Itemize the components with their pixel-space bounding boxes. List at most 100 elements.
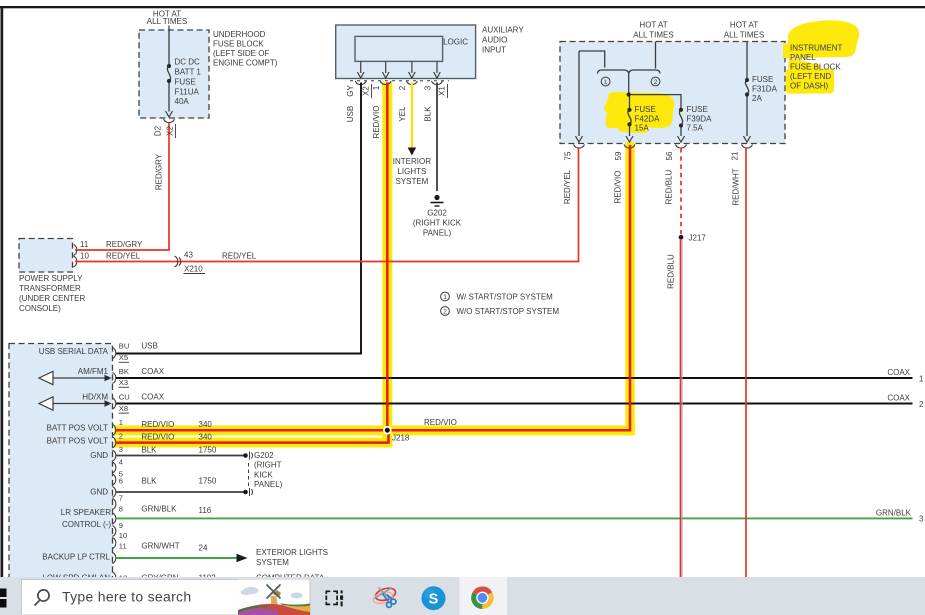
svg-text:X5: X5 [119, 353, 128, 362]
svg-text:7: 7 [119, 494, 123, 503]
svg-text:PANEL): PANEL) [423, 229, 452, 238]
svg-text:GRN/BLK: GRN/BLK [876, 509, 912, 518]
svg-text:24: 24 [199, 544, 208, 553]
svg-text:J218: J218 [392, 434, 410, 443]
svg-text:(RIGHT: (RIGHT [254, 461, 282, 470]
svg-text:SYSTEM: SYSTEM [256, 558, 289, 567]
svg-text:RED/YEL: RED/YEL [106, 252, 141, 261]
svg-text:1: 1 [919, 375, 924, 384]
svg-text:56: 56 [665, 151, 674, 160]
svg-text:Type here to search: Type here to search [62, 589, 191, 605]
svg-text:GRN/BLK: GRN/BLK [141, 505, 177, 514]
svg-text:GND: GND [90, 488, 108, 497]
svg-text:9: 9 [119, 521, 123, 530]
svg-text:FUSE: FUSE [687, 105, 708, 114]
svg-text:21: 21 [731, 151, 740, 160]
svg-text:(RIGHT KICK: (RIGHT KICK [413, 219, 462, 228]
svg-text:F11UA: F11UA [175, 88, 200, 97]
svg-text:TRANSFORMER: TRANSFORMER [19, 284, 81, 293]
svg-text:EXTERIOR LIGHTS: EXTERIOR LIGHTS [256, 548, 328, 557]
svg-text:75: 75 [564, 151, 573, 160]
svg-text:FUSE BLOCK: FUSE BLOCK [790, 63, 841, 72]
svg-text:FUSE: FUSE [752, 75, 773, 84]
svg-text:X3: X3 [119, 378, 128, 387]
svg-text:GND: GND [90, 451, 108, 460]
svg-text:CONSOLE): CONSOLE) [19, 304, 61, 313]
svg-text:1: 1 [372, 85, 381, 90]
svg-text:RED/WHT: RED/WHT [732, 168, 741, 205]
svg-text:11: 11 [80, 240, 89, 249]
svg-text:RED/BLU: RED/BLU [665, 169, 674, 204]
svg-text:BLK: BLK [141, 477, 157, 486]
svg-text:RED/GRY: RED/GRY [106, 240, 143, 249]
svg-text:AUXILIARY: AUXILIARY [482, 26, 524, 35]
svg-text:3: 3 [424, 85, 433, 90]
svg-text:INPUT: INPUT [482, 46, 506, 55]
svg-text:CU: CU [119, 393, 130, 402]
svg-text:G202: G202 [427, 209, 447, 218]
svg-text:2: 2 [919, 400, 924, 409]
svg-text:RED/VIO: RED/VIO [424, 418, 457, 427]
svg-text:ALL TIMES: ALL TIMES [147, 17, 187, 26]
svg-text:8: 8 [119, 505, 123, 514]
svg-text:7.5A: 7.5A [687, 124, 704, 133]
svg-text:CONTROL (-): CONTROL (-) [62, 520, 111, 529]
svg-text:AM/FM1: AM/FM1 [78, 367, 109, 376]
svg-text:COAX: COAX [141, 393, 164, 402]
svg-text:PANEL: PANEL [790, 53, 816, 62]
svg-text:2: 2 [443, 309, 447, 316]
svg-text:(LEFT SIDE OF: (LEFT SIDE OF [213, 49, 269, 58]
svg-text:USB SERIAL DATA: USB SERIAL DATA [39, 347, 109, 356]
svg-text:X2: X2 [166, 126, 175, 136]
svg-text:116: 116 [199, 506, 212, 515]
svg-text:AUDIO: AUDIO [482, 36, 507, 45]
svg-text:2: 2 [654, 79, 658, 86]
svg-text:COAX: COAX [887, 394, 910, 403]
svg-text:10: 10 [80, 252, 89, 261]
svg-text:ALL TIMES: ALL TIMES [633, 31, 673, 40]
svg-text:6: 6 [119, 477, 123, 486]
svg-text:HOT AT: HOT AT [730, 21, 758, 30]
svg-text:S: S [429, 592, 439, 608]
svg-text:X8: X8 [119, 404, 128, 413]
svg-text:YEL: YEL [398, 106, 407, 122]
svg-text:RED/YEL: RED/YEL [222, 252, 257, 261]
svg-text:X1: X1 [438, 86, 447, 96]
svg-text:40A: 40A [175, 97, 190, 106]
svg-text:COAX: COAX [141, 367, 164, 376]
svg-text:RED/VIO: RED/VIO [141, 433, 174, 442]
svg-text:X210: X210 [184, 265, 203, 274]
svg-text:LR SPEAKER: LR SPEAKER [61, 508, 111, 517]
svg-text:USB: USB [346, 106, 355, 122]
svg-text:RED/VIO: RED/VIO [372, 106, 381, 139]
svg-text:RED/VIO: RED/VIO [141, 420, 174, 429]
svg-text:COAX: COAX [887, 368, 910, 377]
svg-text:FUSE BLOCK: FUSE BLOCK [213, 40, 264, 49]
svg-text:1750: 1750 [199, 446, 217, 455]
svg-text:BLK: BLK [141, 446, 157, 455]
svg-text:W/O START/STOP SYSTEM: W/O START/STOP SYSTEM [457, 307, 560, 316]
svg-text:KICK: KICK [254, 470, 273, 479]
svg-text:POWER SUPPLY: POWER SUPPLY [19, 274, 83, 283]
svg-text:(UNDER CENTER: (UNDER CENTER [19, 294, 85, 303]
svg-text:F31DA: F31DA [752, 85, 778, 94]
svg-text:BK: BK [119, 367, 129, 376]
svg-text:D2: D2 [154, 125, 163, 136]
svg-text:4: 4 [119, 458, 123, 467]
svg-text:ALL TIMES: ALL TIMES [724, 31, 764, 40]
svg-text:2: 2 [119, 432, 123, 441]
svg-text:ENGINE COMPT): ENGINE COMPT) [213, 59, 278, 68]
svg-text:1: 1 [604, 79, 608, 86]
svg-text:RED/GRY: RED/GRY [155, 153, 164, 190]
svg-text:3: 3 [119, 445, 123, 454]
svg-text:1750: 1750 [199, 477, 217, 486]
svg-text:(LEFT END: (LEFT END [790, 72, 831, 81]
svg-text:INSTRUMENT: INSTRUMENT [790, 44, 843, 53]
svg-text:F39DA: F39DA [687, 115, 713, 124]
svg-text:340: 340 [199, 433, 213, 442]
svg-text:SYSTEM: SYSTEM [395, 177, 428, 186]
svg-text:W/ START/STOP SYSTEM: W/ START/STOP SYSTEM [457, 293, 554, 302]
svg-text:USB: USB [141, 342, 157, 351]
svg-text:HD/XM: HD/XM [82, 393, 108, 402]
svg-text:10: 10 [119, 531, 127, 540]
